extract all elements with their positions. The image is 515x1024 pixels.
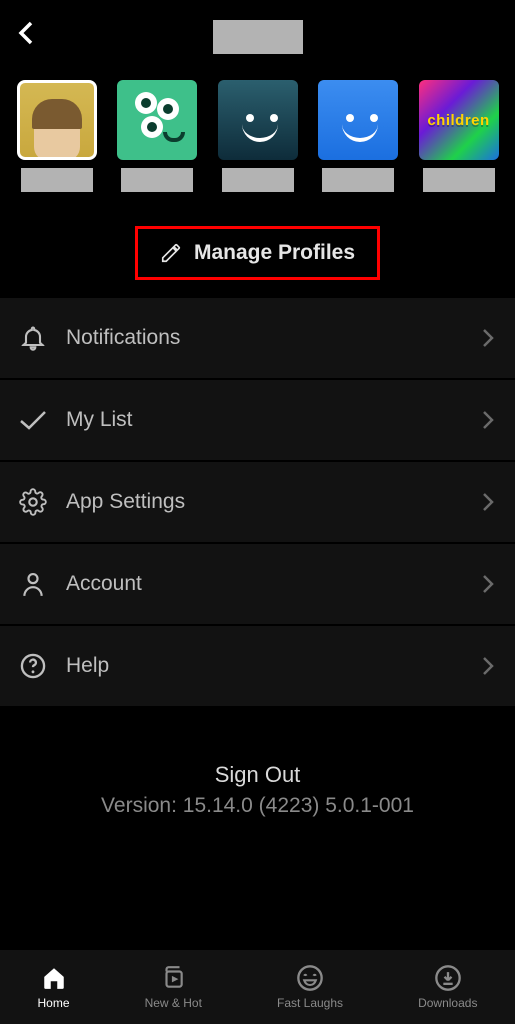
footer: Sign Out Version: 15.14.0 (4223) 5.0.1-0…: [0, 762, 515, 818]
profile-avatar: children: [419, 80, 499, 160]
profile-name: [121, 168, 193, 192]
help-icon: [18, 651, 48, 681]
chevron-right-icon: [481, 655, 495, 677]
menu-item-account[interactable]: Account: [0, 544, 515, 626]
profile-name: [222, 168, 294, 192]
menu-item-notifications[interactable]: Notifications: [0, 298, 515, 380]
nav-label: New & Hot: [145, 996, 202, 1010]
menu-label: Notifications: [66, 326, 481, 350]
menu-item-help[interactable]: Help: [0, 626, 515, 708]
header: [0, 0, 515, 60]
chevron-right-icon: [481, 573, 495, 595]
nav-home[interactable]: Home: [38, 964, 70, 1010]
back-button[interactable]: [12, 18, 42, 48]
profile-row: children: [0, 60, 515, 192]
settings-menu: Notifications My List App Settings Accou…: [0, 298, 515, 708]
profile-item-3[interactable]: [316, 80, 401, 192]
check-icon: [18, 405, 48, 435]
profile-item-2[interactable]: [215, 80, 300, 192]
profile-name: [21, 168, 93, 192]
profile-item-4[interactable]: children: [416, 80, 501, 192]
person-icon: [18, 569, 48, 599]
menu-item-app-settings[interactable]: App Settings: [0, 462, 515, 544]
chevron-right-icon: [481, 327, 495, 349]
profile-item-1[interactable]: [115, 80, 200, 192]
nav-fast-laughs[interactable]: Fast Laughs: [277, 964, 343, 1010]
nav-label: Downloads: [418, 996, 477, 1010]
profile-avatar: [318, 80, 398, 160]
profile-avatar: [218, 80, 298, 160]
download-icon: [434, 964, 462, 992]
bell-icon: [18, 323, 48, 353]
laugh-icon: [296, 964, 324, 992]
nav-label: Home: [38, 996, 70, 1010]
gear-icon: [18, 487, 48, 517]
chevron-right-icon: [481, 409, 495, 431]
menu-item-my-list[interactable]: My List: [0, 380, 515, 462]
nav-new-hot[interactable]: New & Hot: [145, 964, 202, 1010]
menu-label: Help: [66, 654, 481, 678]
nav-downloads[interactable]: Downloads: [418, 964, 477, 1010]
profile-item-0[interactable]: [14, 80, 99, 192]
chevron-left-icon: [17, 19, 37, 47]
profile-avatar: [117, 80, 197, 160]
bottom-nav: Home New & Hot Fast Laughs Downloads: [0, 950, 515, 1024]
new-hot-icon: [160, 964, 186, 992]
manage-profiles-label: Manage Profiles: [194, 241, 355, 265]
nav-label: Fast Laughs: [277, 996, 343, 1010]
pencil-icon: [160, 242, 182, 264]
children-badge: children: [427, 112, 489, 129]
version-text: Version: 15.14.0 (4223) 5.0.1-001: [0, 794, 515, 818]
menu-label: My List: [66, 408, 481, 432]
profile-name: [322, 168, 394, 192]
profile-name: [423, 168, 495, 192]
menu-label: Account: [66, 572, 481, 596]
page-title: [213, 20, 303, 54]
profile-avatar: [17, 80, 97, 160]
home-icon: [41, 964, 67, 992]
chevron-right-icon: [481, 491, 495, 513]
sign-out-button[interactable]: Sign Out: [0, 762, 515, 788]
menu-label: App Settings: [66, 490, 481, 514]
manage-profiles-button[interactable]: Manage Profiles: [135, 226, 380, 280]
